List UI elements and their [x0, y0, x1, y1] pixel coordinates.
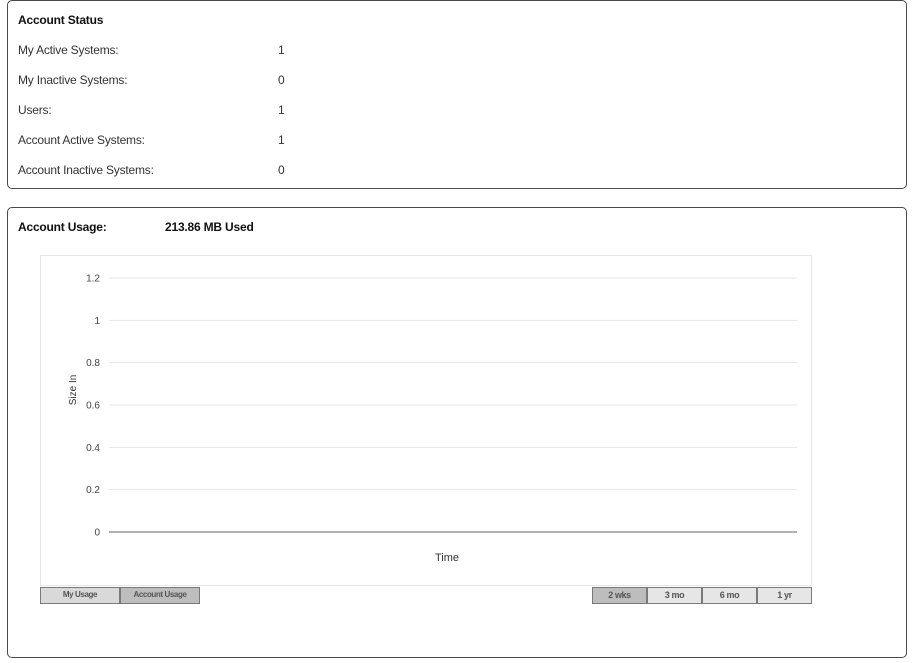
y-tick-label: 1	[94, 316, 100, 327]
y-tick-label: 1.2	[86, 274, 100, 285]
y-axis-label: Size In	[68, 375, 79, 406]
status-label: Account Active Systems:	[18, 133, 145, 147]
account-status-title: Account Status	[18, 13, 104, 27]
status-label: My Inactive Systems:	[18, 73, 128, 87]
status-label: Account Inactive Systems:	[18, 163, 154, 177]
status-value: 1	[278, 43, 285, 57]
status-row-my-active-systems: My Active Systems: 1	[18, 43, 318, 59]
my-usage-button[interactable]: My Usage	[40, 587, 120, 604]
status-value: 1	[278, 133, 285, 147]
range-6mo-button[interactable]: 6 mo	[702, 587, 757, 604]
y-tick-label: 0	[94, 528, 100, 539]
range-2wks-button[interactable]: 2 wks	[592, 587, 647, 604]
account-usage-value: 213.86 MB Used	[165, 220, 254, 234]
account-usage-button[interactable]: Account Usage	[120, 587, 200, 604]
account-usage-panel: Account Usage: 213.86 MB Used 0 0.2 0.4 0.6…	[7, 207, 907, 658]
status-label: My Active Systems:	[18, 43, 119, 57]
y-tick-label: 0.6	[86, 401, 100, 412]
y-tick-label: 0.8	[86, 358, 100, 369]
range-3mo-button[interactable]: 3 mo	[647, 587, 702, 604]
status-row-account-active-systems: Account Active Systems: 1	[18, 133, 318, 149]
status-row-users: Users: 1	[18, 103, 318, 119]
status-value: 0	[278, 73, 285, 87]
status-row-account-inactive-systems: Account Inactive Systems: 0	[18, 163, 318, 179]
x-axis-label: Time	[435, 552, 459, 564]
y-tick-label: 0.2	[86, 485, 100, 496]
account-status-panel: Account Status My Active Systems: 1 My I…	[7, 0, 907, 189]
status-row-my-inactive-systems: My Inactive Systems: 0	[18, 73, 318, 89]
status-value: 1	[278, 103, 285, 117]
range-1yr-button[interactable]: 1 yr	[757, 587, 812, 604]
y-tick-label: 0.4	[86, 443, 100, 454]
status-label: Users:	[18, 103, 52, 117]
account-usage-label: Account Usage:	[18, 220, 107, 234]
status-value: 0	[278, 163, 285, 177]
usage-chart: 0 0.2 0.4 0.6 0.8 1 1.2 Time Size In	[40, 255, 812, 586]
usage-chart-svg: 0 0.2 0.4 0.6 0.8 1 1.2 Time Size In	[68, 274, 797, 564]
